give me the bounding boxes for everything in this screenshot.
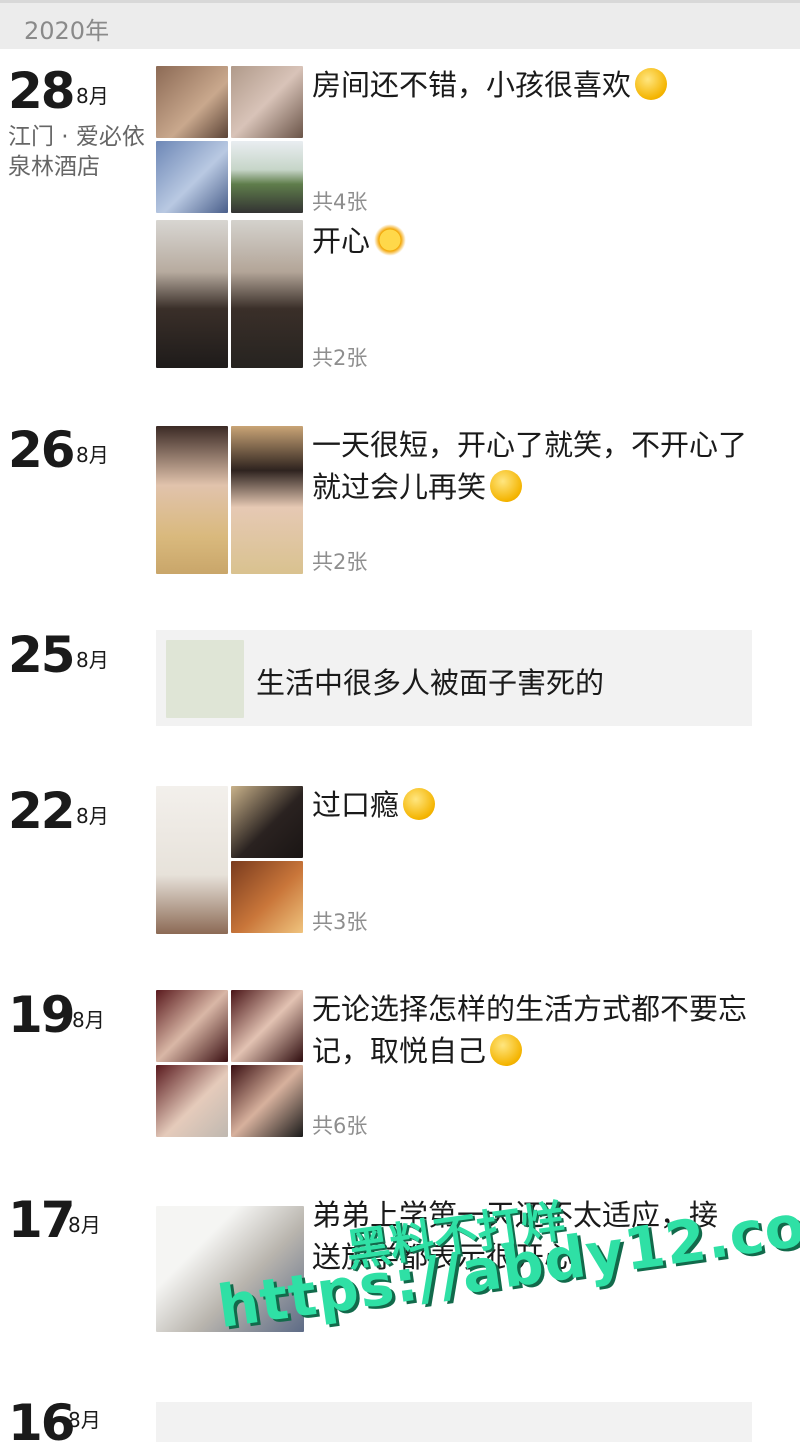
smile-emoji-icon — [635, 68, 668, 100]
shared-link-card[interactable] — [156, 1402, 752, 1442]
photo-thumb[interactable] — [156, 786, 228, 934]
post-text[interactable]: 一天很短，开心了就笑，不开心了就过会儿再笑 — [312, 424, 762, 508]
post-day: 19 — [8, 986, 76, 1044]
post-day: 28 — [8, 62, 76, 120]
post-month: 8月 — [68, 1408, 101, 1432]
photo-thumb[interactable] — [231, 426, 303, 574]
smile-emoji-icon — [490, 1034, 523, 1066]
post-day: 22 — [8, 782, 76, 840]
post-month: 8月 — [76, 648, 109, 672]
photo-thumb[interactable] — [231, 990, 303, 1062]
link-thumbnail — [166, 640, 244, 718]
year-label: 2020年 — [24, 17, 110, 45]
post-text[interactable]: 过口瘾 — [312, 784, 762, 826]
photo-thumb[interactable] — [156, 1065, 228, 1137]
post-day: 25 — [8, 626, 76, 684]
year-header: 2020年 — [0, 0, 800, 49]
wink-emoji-icon — [490, 470, 523, 502]
photo-thumb[interactable] — [231, 786, 303, 858]
photo-thumb[interactable] — [156, 141, 228, 213]
post-location[interactable]: 江门 · 爱必依泉林酒店 — [8, 122, 148, 182]
photo-count: 共4张 — [312, 190, 368, 214]
photo-thumb[interactable] — [156, 66, 228, 138]
photo-thumb[interactable] — [231, 66, 303, 138]
photo-thumb[interactable] — [156, 426, 228, 574]
post-month: 8月 — [68, 1213, 101, 1237]
yum-emoji-icon — [403, 788, 436, 820]
post-month: 8月 — [76, 84, 109, 108]
post-text[interactable]: 无论选择怎样的生活方式都不要忘记，取悦自己 — [312, 988, 762, 1072]
photo-thumb[interactable] — [231, 220, 303, 368]
photo-thumb[interactable] — [156, 220, 228, 368]
post-month: 8月 — [72, 1008, 105, 1032]
post-month: 8月 — [76, 443, 109, 467]
shared-link-title: 生活中很多人被面子害死的 — [256, 666, 605, 700]
shared-link-card[interactable]: 生活中很多人被面子害死的 — [156, 630, 752, 726]
photo-count: 共2张 — [312, 346, 368, 370]
photo-thumb[interactable] — [231, 861, 303, 933]
photo-thumb[interactable] — [156, 990, 228, 1062]
photo-count: 共3张 — [312, 910, 368, 934]
sun-emoji-icon — [374, 224, 407, 256]
post-month: 8月 — [76, 804, 109, 828]
photo-count: 共2张 — [312, 550, 368, 574]
post-text[interactable]: 房间还不错，小孩很喜欢 — [312, 64, 762, 106]
post-day: 26 — [8, 421, 76, 479]
post-day: 16 — [8, 1394, 76, 1452]
photo-count: 共6张 — [312, 1114, 368, 1138]
post-text[interactable]: 开心 — [312, 220, 762, 262]
photo-thumb[interactable] — [231, 1065, 303, 1137]
post-day: 17 — [8, 1191, 76, 1249]
photo-thumb[interactable] — [231, 141, 303, 213]
